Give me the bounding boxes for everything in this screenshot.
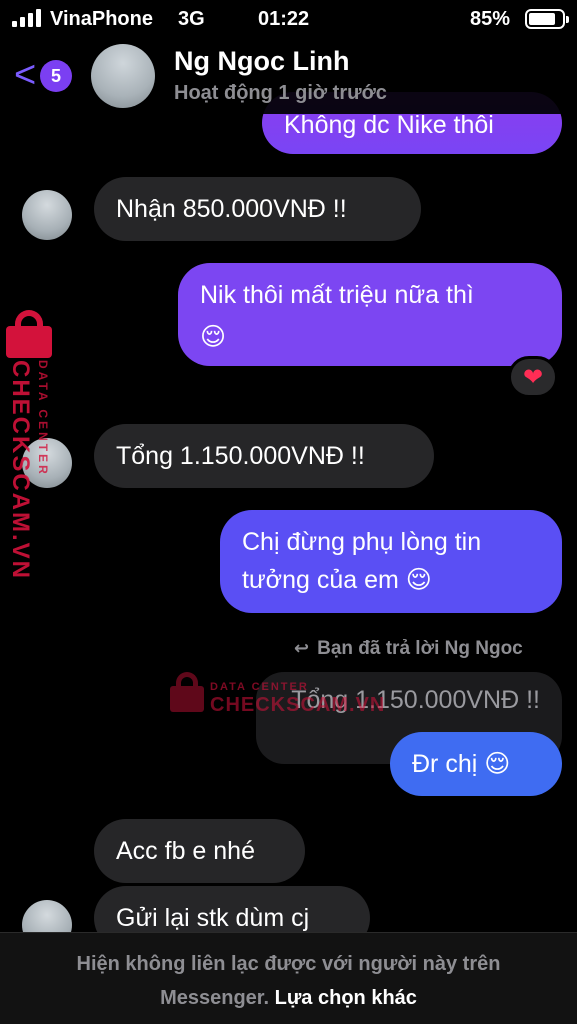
contact-avatar[interactable] bbox=[91, 44, 155, 108]
unread-badge[interactable]: 5 bbox=[40, 60, 72, 92]
message-bubble-incoming[interactable]: Nhận 850.000VNĐ !! bbox=[94, 177, 421, 241]
message-bubble-outgoing[interactable]: Chị đừng phụ lòng tin tưởng của em 😌 bbox=[220, 510, 562, 613]
back-chevron-icon[interactable]: < bbox=[14, 56, 36, 94]
carrier-name: VinaPhone bbox=[50, 8, 153, 30]
message-text: Tổng 1.150.000VNĐ !! bbox=[116, 442, 365, 470]
unavailable-notice: Hiện không liên lạc được với người này t… bbox=[0, 932, 577, 1024]
notice-text: Messenger. bbox=[160, 987, 270, 1009]
message-bubble-outgoing[interactable]: Nik thôi mất triệu nữa thì 😌 bbox=[178, 263, 562, 366]
other-options-link[interactable]: Lựa chọn khác bbox=[275, 987, 417, 1009]
message-emoji: 😌 bbox=[200, 323, 227, 351]
message-text: Nik thôi mất triệu nữa thì bbox=[200, 281, 474, 309]
reply-arrow-icon: ↩ bbox=[294, 638, 310, 658]
watermark-small-text: DATA CENTER bbox=[36, 360, 50, 477]
message-text: tưởng của em 😌 bbox=[242, 566, 432, 594]
message-bubble-outgoing[interactable]: Đr chị 😌 bbox=[390, 732, 562, 796]
watermark-small-text: DATA CENTER bbox=[210, 681, 309, 693]
heart-reaction-icon[interactable]: ❤ bbox=[508, 356, 558, 398]
message-text: Đr chị 😌 bbox=[412, 750, 511, 778]
message-text: Gửi lại stk dùm cj bbox=[116, 904, 310, 932]
message-text: Nhận 850.000VNĐ !! bbox=[116, 195, 347, 223]
contact-avatar[interactable] bbox=[22, 190, 72, 240]
watermark-large-text: CHECKSCAM.VN bbox=[210, 694, 386, 716]
contact-name[interactable]: Ng Ngoc Linh bbox=[174, 46, 349, 77]
network-type: 3G bbox=[178, 8, 205, 30]
status-bar: VinaPhone 3G 01:22 85% bbox=[0, 0, 577, 38]
chat-header: < 5 Ng Ngoc Linh Hoạt động 1 giờ trước bbox=[0, 38, 577, 114]
message-text: Acc fb e nhé bbox=[116, 837, 255, 865]
contact-status: Hoạt động 1 giờ trước bbox=[174, 82, 387, 104]
battery-percent: 85% bbox=[470, 8, 511, 30]
signal-icon bbox=[12, 9, 41, 27]
watermark-large-text: CHECKSCAM.VN bbox=[7, 360, 34, 581]
message-bubble-incoming[interactable]: Tổng 1.150.000VNĐ !! bbox=[94, 424, 434, 488]
notice-text: Hiện không liên lạc được với người này t… bbox=[76, 953, 501, 975]
message-bubble-incoming[interactable]: Acc fb e nhé bbox=[94, 819, 305, 883]
reply-label: ↩ Bạn đã trả lời Ng Ngoc bbox=[294, 638, 523, 659]
message-text: Không dc Nike thôi bbox=[284, 111, 494, 139]
message-text: Chị đừng phụ lòng tin bbox=[242, 528, 482, 556]
battery-icon bbox=[525, 9, 569, 29]
clock: 01:22 bbox=[258, 8, 310, 30]
